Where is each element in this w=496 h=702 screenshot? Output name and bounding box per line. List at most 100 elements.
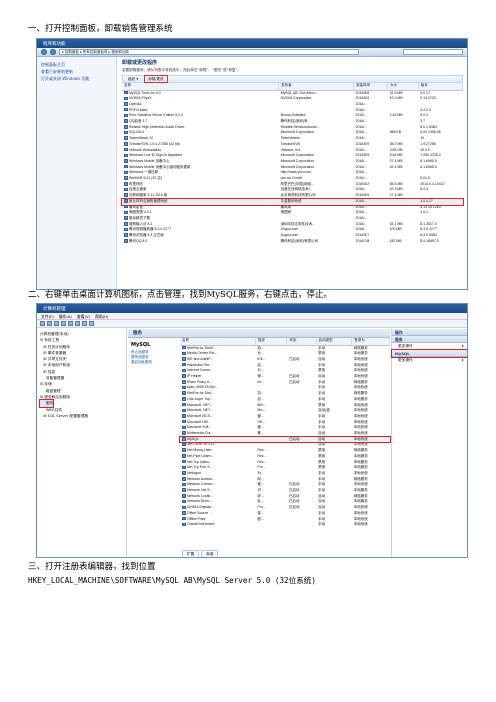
- cell-text: Prior Sandbox Server Edition 5.0.0: [129, 113, 183, 118]
- gear-icon: [182, 494, 186, 498]
- tree-node[interactable]: 设备管理器: [40, 376, 64, 380]
- cell-text: IKE and AuthIP...: [187, 356, 214, 361]
- cell-text: 2016/...: [355, 204, 368, 209]
- up-icon[interactable]: [54, 321, 59, 326]
- cell-text: 已启动: [288, 493, 300, 498]
- cell-text: 腾讯浏览器 8.3 正式版: [129, 233, 164, 238]
- gear-icon: [182, 431, 186, 435]
- tree-node[interactable]: 服务: [38, 399, 55, 408]
- cell-text: Office Source ...: [187, 510, 213, 515]
- program-cell: 182 MB: [388, 239, 419, 245]
- tree-node[interactable]: ⊟ 系统工具: [40, 338, 59, 342]
- gear-icon: [182, 516, 186, 521]
- sidebar-link[interactable]: 控制面板主页: [41, 61, 112, 68]
- back-icon[interactable]: [41, 49, 47, 55]
- cell-text: 2016/...: [355, 147, 368, 152]
- more-actions-1[interactable]: 更多操作 ▸: [392, 343, 467, 350]
- column-header[interactable]: 名称: [180, 338, 256, 346]
- tree-node[interactable]: ⊞ 共享文件夹: [40, 357, 67, 361]
- service-row[interactable]: OracleOraHome9 手动 本地系统: [180, 522, 390, 528]
- column-header[interactable]: 启动类型: [316, 338, 353, 346]
- column-header[interactable]: 大小: [387, 83, 419, 91]
- sidebar-link[interactable]: 查看已安装的更新: [41, 68, 112, 75]
- more-actions-2[interactable]: 更多操作 ▸: [392, 357, 467, 364]
- organize-button[interactable]: 组织 ▾: [125, 76, 141, 82]
- cell-text: 2016/...: [355, 158, 368, 163]
- program-icon: [124, 113, 128, 118]
- forward-icon[interactable]: [47, 321, 52, 326]
- tree-node[interactable]: 磁盘管理: [40, 389, 61, 393]
- menu-item[interactable]: 帮助(H): [95, 313, 108, 319]
- cell-text: 5.0.0: [420, 113, 429, 118]
- menu-item[interactable]: 操作(A): [59, 313, 72, 319]
- column-header[interactable]: 安装时间: [353, 83, 389, 91]
- cell-text: Network Locati...: [187, 493, 214, 498]
- menu-item[interactable]: 文件(F): [41, 313, 54, 319]
- sidebar-link[interactable]: 打开或关闭 Windows 功能: [41, 75, 112, 82]
- back-icon[interactable]: [40, 321, 45, 326]
- cell-text: 已启动: [288, 499, 300, 504]
- column-header[interactable]: 登录为: [351, 338, 390, 346]
- service-action-link[interactable]: 重启动此服务: [131, 360, 177, 365]
- program-icon: [124, 193, 128, 197]
- cell-text: TeamViewer: [280, 136, 300, 141]
- cell-text: 2016/5/5: [355, 90, 370, 95]
- program-icon: [124, 159, 128, 163]
- program-cell: 2016/7/8: [354, 239, 388, 245]
- refresh-icon[interactable]: [68, 321, 73, 326]
- tree-node[interactable]: ⊞ SQL Server 配置管理器: [40, 414, 88, 418]
- column-header[interactable]: 描述: [255, 338, 288, 346]
- tree-node[interactable]: WMI 控件: [40, 408, 62, 412]
- properties-icon[interactable]: [61, 321, 66, 326]
- main-pane: 卸载或更改程序 若要卸载程序，请从列表中将其选中，然后单击“卸载”、“更改”或“…: [118, 57, 467, 289]
- more-actions-label: 更多操作: [398, 358, 413, 362]
- gear-icon: [182, 482, 186, 487]
- forward-icon[interactable]: [50, 49, 56, 55]
- column-header[interactable]: 版本: [418, 83, 464, 91]
- cell-text: 2016/...: [355, 113, 368, 118]
- actions-mysql-section[interactable]: MySQL: [391, 349, 467, 358]
- cell-text: WinRAR 5.01 (32-位): [129, 176, 163, 181]
- program-icon: [124, 227, 128, 232]
- cell-text: 5.01.0: [420, 176, 430, 181]
- tree-node[interactable]: ⊞ 事件查看器: [40, 351, 67, 355]
- cell-text: Net.Tcp Port S...: [187, 465, 213, 470]
- column-header[interactable]: 状态: [286, 338, 317, 346]
- cell-text: 已启动: [288, 356, 300, 361]
- menu-item[interactable]: 查看(V): [77, 313, 90, 319]
- cell-text: 1.9.27285: [420, 141, 436, 146]
- tab-extended[interactable]: 扩展: [182, 550, 200, 557]
- program-table: 名称 发布者 安装时间 大小 版本 MySQL Tools for 5.0 MySQL A…: [121, 83, 464, 245]
- play-icon[interactable]: [82, 321, 87, 326]
- column-header[interactable]: 名称: [122, 83, 280, 91]
- tree-node[interactable]: ⊟ 存储: [40, 382, 52, 386]
- tree-node[interactable]: ⊞ 性能: [40, 370, 56, 374]
- cell-text: 182 MB: [389, 238, 402, 243]
- column-header[interactable]: 发布者: [278, 83, 355, 91]
- cell-text: 互联网管家 5.11 2016 版: [129, 193, 168, 198]
- program-row[interactable]: 腾讯QQ 8.0 腾讯科技(深圳)有限公司 2016/7/8 182 MB 8.4.18…: [122, 239, 463, 245]
- cell-text: 6.0.1.6383: [420, 124, 437, 129]
- tab-standard[interactable]: 标准: [201, 550, 219, 557]
- cell-text: 网络服务: [353, 345, 368, 350]
- cell-text: 禁用: [318, 459, 326, 464]
- tree-node[interactable]: ⊞ 本地用户和组: [40, 363, 70, 367]
- actions-services-section[interactable]: 服务: [392, 336, 467, 343]
- cell-text: 2016/...: [355, 215, 368, 220]
- cell-text: http://www.yhd.com: [280, 170, 311, 175]
- cell-text: 为...: [257, 470, 264, 475]
- actions-pane: 操作 服务 更多操作 ▸ MySQL 更多操作 ▸: [391, 329, 467, 557]
- cell-text: MySQL Tools for 5.0: [129, 90, 161, 95]
- cell-text: 本地系统: [353, 368, 368, 373]
- help-icon[interactable]: [75, 321, 80, 326]
- tree-node[interactable]: 计算机管理(本地): [40, 332, 69, 336]
- cell-text: 启...: [257, 362, 264, 367]
- more-actions-label: 更多操作: [398, 344, 413, 348]
- uninstall-button[interactable]: 卸载/更改: [144, 75, 168, 83]
- tree-node[interactable]: ⊟ 服务和应用程序: [40, 395, 70, 399]
- tree-node[interactable]: ⊞ 任务计划程序: [40, 345, 70, 349]
- stop-icon[interactable]: [89, 321, 94, 326]
- address-field[interactable]: ▸ 控制面板 ▸ 所有控制面板项 ▸ 程序和功能: [59, 49, 359, 55]
- cell-text: TeamViewer 10: [129, 136, 154, 141]
- search-input[interactable]: [403, 49, 463, 55]
